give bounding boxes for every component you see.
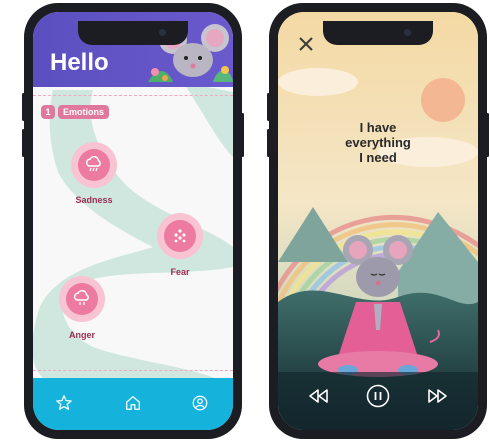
section-number: 1 [41, 105, 55, 119]
close-button[interactable] [294, 32, 318, 56]
rain-cloud-icon [85, 155, 101, 172]
dots-icon [174, 229, 186, 243]
emotion-anger-button[interactable] [59, 276, 105, 322]
pause-button[interactable] [366, 384, 390, 408]
affirmation-line-3: I need [359, 150, 397, 165]
star-icon[interactable] [55, 394, 73, 412]
fast-forward-icon [428, 389, 447, 403]
fast-forward-button[interactable] [426, 384, 450, 408]
affirmation-screen: I have everything I need [278, 12, 478, 430]
tab-bar [33, 378, 233, 430]
emotion-sadness-label: Sadness [75, 195, 113, 205]
affirmation-text: I have everything I need [278, 120, 478, 165]
storm-cloud-icon [73, 289, 89, 305]
emotion-fear-label: Fear [170, 267, 190, 277]
phone-left: Hello 1 Emotions Sadness Fear Anger [22, 3, 244, 439]
notch [78, 21, 188, 45]
rewind-button[interactable] [306, 384, 330, 408]
affirmation-line-2: everything [345, 135, 411, 150]
section-label: Emotions [58, 105, 110, 119]
phone-right: I have everything I need [267, 3, 489, 439]
divider-bottom [33, 370, 233, 371]
affirmation-line-1: I have [359, 120, 397, 135]
meditation-scene-illustration [278, 12, 478, 430]
emotions-screen: Hello 1 Emotions Sadness Fear Anger [33, 12, 233, 430]
profile-icon[interactable] [191, 394, 209, 412]
emotion-sadness-button[interactable] [71, 142, 117, 188]
emotion-fear-button[interactable] [157, 213, 203, 259]
pause-icon [366, 384, 390, 408]
section-badge: 1 Emotions [41, 104, 110, 120]
notch [323, 21, 433, 45]
close-icon [299, 37, 313, 51]
greeting-title: Hello [50, 49, 109, 76]
divider-top [33, 95, 233, 96]
emotion-anger-label: Anger [68, 330, 95, 340]
home-icon[interactable] [124, 394, 142, 412]
rewind-icon [309, 389, 328, 403]
